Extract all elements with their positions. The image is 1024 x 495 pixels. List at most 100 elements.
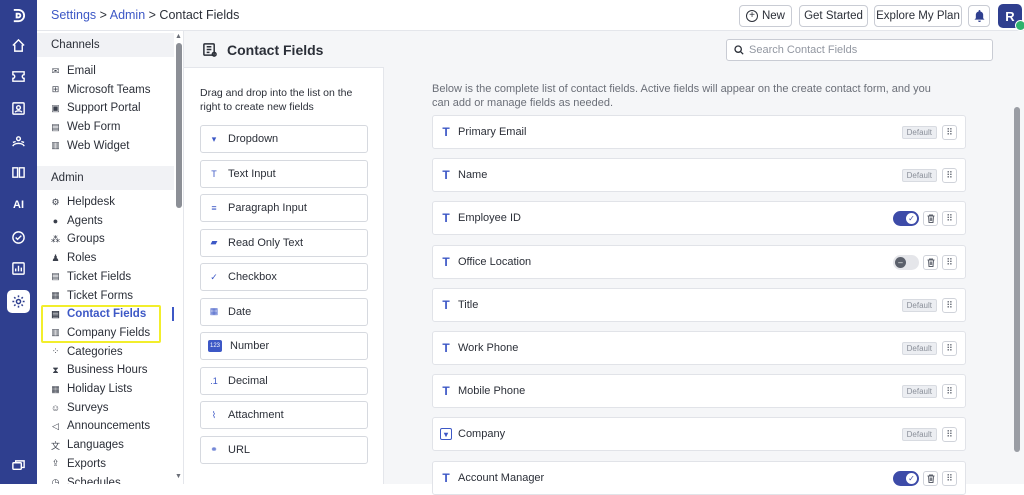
menu-item-email[interactable]: ✉ Email: [50, 62, 96, 80]
text-field-icon: T: [442, 125, 450, 139]
drag-handle-icon[interactable]: ⠿: [942, 341, 957, 356]
drag-handle-icon[interactable]: ⠿: [942, 211, 957, 227]
menu-item-exports[interactable]: ⇪ Exports: [50, 455, 106, 473]
breadcrumb-settings[interactable]: Settings: [51, 8, 96, 22]
menu-item-label: Business Hours: [67, 364, 148, 377]
menu-item-support-portal[interactable]: ▣ Support Portal: [50, 99, 140, 117]
field-row[interactable]: T Name Default ⠿: [432, 158, 966, 193]
field-row[interactable]: T Office Location – ⠿: [432, 244, 966, 279]
text-field-icon: T: [442, 470, 450, 485]
form-icon: ▤: [51, 121, 60, 132]
palette-hint: Drag and drop into the list on the right…: [200, 87, 353, 113]
palette-item-decimal[interactable]: .1 Decimal: [200, 366, 368, 395]
drag-handle-icon[interactable]: ⠿: [942, 254, 957, 270]
default-badge: Default: [901, 298, 937, 312]
menu-item-helpdesk[interactable]: ⚙ Helpdesk: [50, 193, 115, 211]
field-row[interactable]: T Primary Email Default ⠿: [432, 115, 966, 149]
palette-item-number[interactable]: 123 Number: [200, 332, 368, 360]
palette-item-text-input[interactable]: T Text Input: [200, 159, 368, 188]
menu-item-microsoft-teams[interactable]: ⊞ Microsoft Teams: [50, 81, 151, 99]
search-input[interactable]: [749, 44, 979, 56]
menu-item-announcements[interactable]: ◁ Announcements: [50, 417, 150, 435]
field-active-toggle[interactable]: –: [893, 254, 919, 270]
tasks-icon[interactable]: [7, 226, 30, 249]
reports-icon[interactable]: [7, 257, 30, 280]
drag-handle-icon[interactable]: ⠿: [942, 297, 957, 313]
drag-handle-icon[interactable]: ⠿: [942, 470, 957, 486]
menu-item-ticket-fields[interactable]: ▤ Ticket Fields: [50, 268, 131, 286]
ai-icon[interactable]: AI: [7, 193, 30, 216]
get-started-button[interactable]: Get Started: [799, 5, 868, 27]
drag-handle-icon[interactable]: ⠿: [942, 168, 957, 184]
new-button-label: New: [761, 10, 785, 22]
menu-item-categories[interactable]: ⁘ Categories: [50, 343, 123, 361]
field-row[interactable]: T Title Default ⠿: [432, 287, 966, 322]
menu-item-agents[interactable]: ● Agents: [50, 212, 103, 230]
community-icon[interactable]: [7, 130, 30, 153]
new-button[interactable]: + New: [739, 5, 792, 27]
palette-item-attachment[interactable]: ⌇ Attachment: [200, 401, 368, 429]
palette-item-url[interactable]: ⚭ URL: [200, 435, 368, 464]
knowledge-base-icon[interactable]: [7, 161, 30, 184]
menu-item-ticket-forms[interactable]: ▦ Ticket Forms: [50, 287, 133, 305]
field-row[interactable]: T Mobile Phone Default ⠿: [432, 374, 966, 409]
menu-item-business-hours[interactable]: ⧗ Business Hours: [50, 361, 148, 379]
delete-trash-icon[interactable]: [923, 470, 938, 486]
explore-plan-button[interactable]: Explore My Plan: [874, 5, 962, 27]
tickets-icon[interactable]: [7, 65, 30, 88]
delete-trash-icon[interactable]: [923, 254, 938, 270]
menu-item-languages[interactable]: 文 Languages: [50, 436, 124, 454]
number-icon: 123: [208, 340, 222, 352]
drag-handle-icon[interactable]: ⠿: [942, 125, 957, 140]
palette-item-label: Checkbox: [228, 271, 277, 283]
user-avatar[interactable]: R: [998, 4, 1024, 31]
scroll-down-icon[interactable]: ▼: [175, 473, 182, 480]
palette-item-paragraph-input[interactable]: ≡ Paragraph Input: [200, 194, 368, 222]
menu-item-holiday-lists[interactable]: ▦ Holiday Lists: [50, 380, 132, 398]
breadcrumb-admin[interactable]: Admin: [110, 8, 145, 22]
roles-icon: ♟: [51, 252, 60, 263]
checkbox-icon: ✓: [210, 271, 218, 282]
breadcrumb-current: Contact Fields: [159, 8, 240, 22]
date-icon: ▦: [209, 306, 219, 316]
search-icon: [734, 45, 744, 55]
palette-item-label: Decimal: [228, 374, 268, 387]
menu-item-surveys[interactable]: ☺ Surveys: [50, 399, 109, 417]
menu-scrollbar[interactable]: [176, 43, 182, 208]
menu-item-label: Email: [67, 65, 96, 77]
menu-item-web-form[interactable]: ▤ Web Form: [50, 118, 120, 136]
settings-gear-icon[interactable]: [7, 290, 30, 313]
palette-item-dropdown[interactable]: ▾ Dropdown: [200, 125, 368, 153]
field-active-toggle[interactable]: ✓: [893, 470, 919, 486]
default-badge: Default: [901, 126, 937, 139]
palette-item-read-only-text[interactable]: ▰ Read Only Text: [200, 228, 368, 257]
notifications-bell-icon[interactable]: [968, 5, 990, 27]
chat-icon[interactable]: [7, 455, 30, 478]
drag-handle-icon[interactable]: ⠿: [942, 384, 957, 400]
drag-handle-icon[interactable]: ⠿: [942, 427, 957, 443]
helpdesk-icon: ⚙: [51, 196, 60, 207]
menu-item-label: Schedules: [67, 476, 121, 485]
field-label: Company: [458, 428, 506, 441]
field-type-palette: Drag and drop into the list on the right…: [184, 67, 384, 484]
palette-item-checkbox[interactable]: ✓ Checkbox: [200, 263, 368, 291]
delete-trash-icon[interactable]: [923, 211, 938, 227]
app-logo-icon[interactable]: [7, 4, 30, 27]
default-badge: Default: [901, 385, 937, 399]
contacts-icon[interactable]: [7, 97, 30, 120]
palette-item-date[interactable]: ▦ Date: [200, 297, 368, 326]
main-content: Contact Fields Drag and drop into the li…: [184, 31, 1024, 495]
menu-item-groups[interactable]: ⁂ Groups: [50, 230, 105, 248]
menu-item-roles[interactable]: ♟ Roles: [50, 249, 96, 267]
menu-item-schedules[interactable]: ◷ Schedules: [50, 474, 121, 485]
menu-item-label: Agents: [67, 214, 103, 227]
list-scrollbar[interactable]: [1014, 107, 1020, 452]
field-row[interactable]: T Work Phone Default ⠿: [432, 331, 966, 365]
field-row[interactable]: T Employee ID ✓ ⠿: [432, 201, 966, 236]
field-active-toggle[interactable]: ✓: [893, 211, 919, 227]
home-icon[interactable]: [7, 34, 30, 57]
field-row[interactable]: T Account Manager ✓ ⠿: [432, 460, 966, 495]
field-row[interactable]: ▾ Company Default ⠿: [432, 417, 966, 452]
scroll-up-icon[interactable]: ▲: [175, 33, 182, 40]
menu-item-web-widget[interactable]: ▥ Web Widget: [50, 137, 129, 155]
